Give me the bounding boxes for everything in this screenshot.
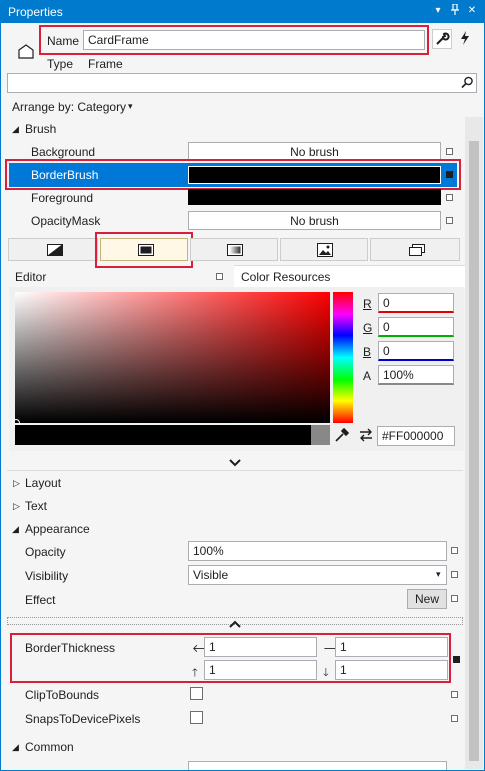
borderbrush-value[interactable] bbox=[188, 166, 441, 184]
solid-brush-icon bbox=[138, 244, 154, 256]
brush-category[interactable]: Brush bbox=[25, 122, 56, 136]
r-label: R bbox=[363, 297, 372, 311]
background-advanced-marker[interactable] bbox=[446, 148, 453, 155]
null-brush-icon bbox=[47, 244, 63, 256]
brush-expand-icon[interactable]: ◢ bbox=[12, 124, 19, 135]
saturation-value-field[interactable] bbox=[15, 292, 330, 423]
gradient-brush-tab[interactable] bbox=[190, 238, 278, 261]
visibility-select[interactable]: Visible bbox=[188, 565, 447, 585]
foreground-advanced-marker[interactable] bbox=[446, 194, 453, 201]
appearance-category[interactable]: Appearance bbox=[25, 522, 90, 536]
foreground-label: Foreground bbox=[31, 191, 94, 205]
snaps-advanced-marker[interactable] bbox=[451, 715, 458, 722]
a-label: A bbox=[363, 369, 372, 383]
separator bbox=[7, 470, 463, 471]
g-label: G bbox=[363, 321, 373, 335]
layout-expand-icon[interactable]: ▷ bbox=[13, 478, 20, 489]
brush-resources-tab[interactable] bbox=[370, 238, 460, 261]
g-input[interactable]: 0 bbox=[378, 317, 454, 337]
visibility-advanced-marker[interactable] bbox=[451, 571, 458, 578]
pin-icon[interactable] bbox=[448, 3, 462, 18]
arrange-dropdown-icon[interactable]: ▾ bbox=[128, 101, 133, 112]
editor-label[interactable]: Editor bbox=[15, 270, 46, 284]
borderbrush-label: BorderBrush bbox=[31, 168, 99, 182]
snaps-label: SnapsToDevicePixels bbox=[25, 712, 141, 726]
swap-icon[interactable] bbox=[359, 428, 373, 445]
tile-brush-tab[interactable] bbox=[280, 238, 368, 261]
opacity-input[interactable]: 100% bbox=[188, 541, 447, 561]
properties-wrench-icon[interactable] bbox=[432, 29, 452, 49]
search-input[interactable] bbox=[7, 73, 477, 93]
opacity-label: Opacity bbox=[25, 545, 66, 559]
background-value[interactable]: No brush bbox=[188, 142, 441, 161]
element-type-icon bbox=[18, 43, 34, 62]
down-arrow-icon: 🡓 bbox=[323, 667, 329, 679]
effect-new-button[interactable]: New bbox=[407, 589, 447, 609]
color-resources-label[interactable]: Color Resources bbox=[241, 270, 330, 284]
current-color-swatch bbox=[15, 425, 311, 445]
clip-to-bounds-label: ClipToBounds bbox=[25, 688, 100, 702]
common-first-input[interactable] bbox=[188, 761, 447, 770]
gradient-brush-icon bbox=[227, 244, 243, 256]
visibility-dropdown-icon[interactable]: ▾ bbox=[436, 569, 441, 580]
thickness-right-input[interactable]: 1 bbox=[335, 637, 448, 657]
layout-category[interactable]: Layout bbox=[25, 476, 61, 490]
b-label: B bbox=[363, 345, 372, 359]
eyedropper-icon[interactable] bbox=[334, 427, 350, 446]
a-input[interactable]: 100% bbox=[378, 365, 454, 385]
events-lightning-icon[interactable] bbox=[456, 29, 476, 49]
thickness-bottom-input[interactable]: 1 bbox=[335, 660, 448, 680]
snaps-checkbox[interactable] bbox=[190, 711, 203, 724]
initial-color-swatch bbox=[311, 425, 330, 445]
thickness-left-input[interactable]: 1 bbox=[204, 637, 317, 657]
scrollbar-thumb[interactable] bbox=[469, 141, 479, 761]
clip-to-bounds-checkbox[interactable] bbox=[190, 687, 203, 700]
name-label: Name bbox=[47, 34, 80, 48]
type-value: Frame bbox=[88, 57, 123, 71]
foreground-value[interactable] bbox=[188, 189, 441, 205]
borderbrush-advanced-marker[interactable] bbox=[446, 171, 453, 178]
hue-slider[interactable] bbox=[333, 292, 353, 423]
effect-label: Effect bbox=[25, 593, 56, 607]
search-icon bbox=[461, 76, 474, 92]
effect-advanced-marker[interactable] bbox=[451, 595, 458, 602]
chevron-up-icon[interactable] bbox=[228, 618, 242, 632]
background-label: Background bbox=[31, 145, 96, 159]
image-brush-icon bbox=[317, 243, 333, 257]
visibility-label: Visibility bbox=[25, 569, 69, 583]
up-arrow-icon: 🡑 bbox=[192, 667, 198, 679]
common-expand-icon[interactable]: ◢ bbox=[12, 742, 19, 753]
editor-marker[interactable] bbox=[216, 273, 223, 280]
b-input[interactable]: 0 bbox=[378, 341, 454, 361]
text-expand-icon[interactable]: ▷ bbox=[13, 501, 20, 512]
border-thickness-advanced-marker[interactable] bbox=[453, 656, 460, 663]
opacitymask-value[interactable]: No brush bbox=[188, 211, 441, 230]
resources-icon bbox=[409, 244, 425, 256]
arrange-by-dropdown[interactable]: Arrange by: Category bbox=[12, 100, 126, 114]
thickness-top-input[interactable]: 1 bbox=[204, 660, 317, 680]
opacitymask-advanced-marker[interactable] bbox=[446, 217, 453, 224]
chevron-down-icon[interactable] bbox=[228, 456, 242, 470]
text-category[interactable]: Text bbox=[25, 499, 47, 513]
properties-window: Properties ▾ ✕ Name CardFrame Type Frame… bbox=[0, 0, 485, 771]
window-title: Properties bbox=[8, 5, 63, 19]
null-brush-tab[interactable] bbox=[8, 238, 98, 261]
r-input[interactable]: 0 bbox=[378, 293, 454, 313]
title-bar: Properties ▾ ✕ bbox=[1, 1, 484, 23]
border-thickness-label: BorderThickness bbox=[25, 641, 116, 655]
close-icon[interactable]: ✕ bbox=[465, 4, 479, 18]
name-input[interactable]: CardFrame bbox=[83, 30, 425, 50]
dropdown-icon[interactable]: ▾ bbox=[431, 4, 445, 18]
opacity-advanced-marker[interactable] bbox=[451, 547, 458, 554]
common-category[interactable]: Common bbox=[25, 740, 74, 754]
hex-input[interactable]: #FF000000 bbox=[377, 426, 455, 446]
appearance-expand-icon[interactable]: ◢ bbox=[12, 524, 19, 535]
opacitymask-label: OpacityMask bbox=[31, 214, 101, 228]
solid-brush-tab[interactable] bbox=[100, 238, 188, 261]
type-label: Type bbox=[47, 57, 74, 71]
clip-advanced-marker[interactable] bbox=[451, 691, 458, 698]
